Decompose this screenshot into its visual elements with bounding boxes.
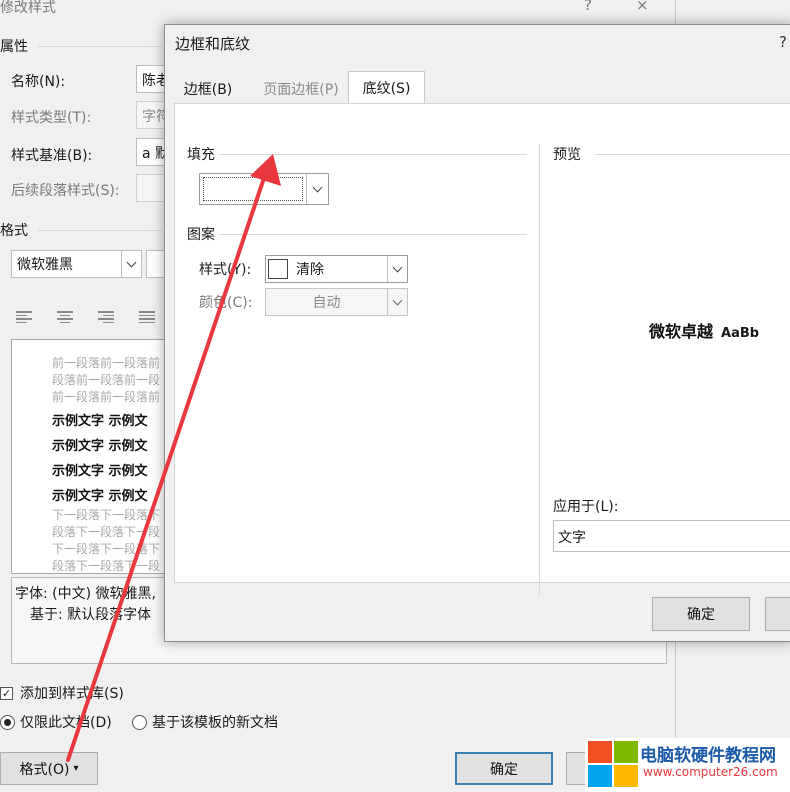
radio-selected-icon (0, 714, 15, 730)
based-on-label: 样式基准(B): (11, 148, 93, 164)
help-icon[interactable]: ? (584, 0, 592, 14)
pattern-style-label: 样式(Y): (199, 262, 252, 278)
tab-panel: 填充 图案 样式(Y): 清除 颜色(C): 自动 预览 微软卓越 AaBb 应 (174, 103, 790, 596)
preview-next-line: 段落下一段落下一段 (52, 525, 161, 539)
close-icon[interactable]: × (636, 0, 649, 14)
checkmark-icon: ✓ (0, 686, 13, 700)
apply-to-select[interactable]: 文字 (553, 520, 790, 552)
fill-color-select[interactable] (199, 173, 329, 205)
tab-page-border[interactable]: 页面边框(P) (251, 74, 351, 103)
alignment-toolbar (16, 311, 155, 323)
justify-icon[interactable] (139, 311, 155, 323)
windows-logo-icon (588, 741, 638, 788)
preview-header: 预览 (553, 147, 581, 163)
pattern-header: 图案 (187, 227, 215, 243)
watermark: 电脑软硬件教程网 www.computer26.com (585, 738, 790, 792)
preview-prev-line: 前一段落前一段落前 (52, 356, 161, 370)
preview-next-line: 段落下一段落下一段 (52, 559, 161, 573)
new-docs-template-radio[interactable]: 基于该模板的新文档 (132, 712, 278, 732)
pattern-color-value: 自动 (312, 295, 341, 311)
only-this-doc-label: 仅限此文档(D) (20, 715, 112, 731)
apply-to-label: 应用于(L): (553, 499, 619, 515)
dialog-title: 修改样式 (0, 0, 56, 16)
preview-sample: 示例文字 示例文 (52, 464, 148, 479)
radio-empty-icon (132, 714, 147, 730)
properties-header: 属性 (0, 39, 28, 55)
format-button-label: 格式(O) (19, 761, 70, 778)
dialog-title: 边框和底纹 (175, 35, 251, 53)
new-docs-template-label: 基于该模板的新文档 (152, 715, 278, 731)
help-icon[interactable]: ? (779, 33, 787, 51)
shading-preview: 微软卓越 AaBb (649, 318, 759, 342)
only-this-doc-radio[interactable]: 仅限此文档(D) (0, 712, 112, 732)
align-right-icon[interactable] (98, 311, 114, 323)
caret-down-icon: ▾ (73, 763, 79, 774)
vertical-divider (539, 144, 540, 596)
divider (595, 154, 790, 155)
align-left-icon[interactable] (16, 311, 32, 323)
chevron-down-icon (387, 256, 407, 282)
align-center-icon[interactable] (57, 311, 73, 323)
chevron-down-icon (121, 251, 141, 277)
chevron-down-icon (387, 289, 407, 315)
preview-next-line: 下一段落下一段落下 (52, 508, 161, 522)
format-header: 格式 (0, 223, 28, 239)
divider (219, 234, 527, 235)
font-select[interactable]: 微软雅黑 (11, 250, 142, 278)
divider (38, 46, 162, 47)
pattern-style-value: 清除 (296, 262, 324, 278)
preview-text-en: AaBb (721, 326, 760, 341)
preview-prev-line: 段落前一段落前一段 (52, 373, 161, 387)
fill-color-swatch (203, 177, 303, 201)
cancel-button[interactable] (765, 597, 790, 631)
tab-shading[interactable]: 底纹(S) (348, 71, 425, 104)
preview-text-cn: 微软卓越 (649, 322, 714, 341)
format-button[interactable]: 格式(O) ▾ (0, 752, 98, 785)
style-type-label: 样式类型(T): (11, 110, 92, 126)
preview-sample: 示例文字 示例文 (52, 414, 148, 429)
preview-sample: 示例文字 示例文 (52, 489, 148, 504)
divider (38, 230, 162, 231)
watermark-title: 电脑软硬件教程网 (640, 746, 776, 766)
next-style-label: 后续段落样式(S): (11, 183, 120, 199)
add-to-gallery-checkbox[interactable]: ✓ 添加到样式库(S) (0, 683, 124, 703)
add-to-gallery-label: 添加到样式库(S) (20, 686, 124, 702)
ok-button[interactable]: 确定 (652, 597, 750, 631)
fill-header: 填充 (187, 147, 215, 163)
pattern-style-select[interactable]: 清除 (265, 255, 408, 283)
name-label: 名称(N): (11, 74, 66, 90)
pattern-color-label: 颜色(C): (199, 295, 253, 311)
pattern-swatch (268, 259, 288, 279)
preview-sample: 示例文字 示例文 (52, 439, 148, 454)
preview-next-line: 下一段落下一段落下 (52, 542, 161, 556)
preview-prev-line: 前一段落前一段落前 (52, 390, 161, 404)
font-value: 微软雅黑 (17, 257, 73, 273)
tab-borders[interactable]: 边框(B) (177, 74, 239, 103)
divider (219, 154, 527, 155)
watermark-url: www.computer26.com (643, 765, 778, 779)
borders-shading-dialog: 边框和底纹 ? 边框(B) 页面边框(P) 底纹(S) 填充 图案 样式(Y):… (164, 24, 790, 642)
pattern-color-select: 自动 (265, 288, 408, 316)
ok-button[interactable]: 确定 (455, 752, 553, 785)
chevron-down-icon (306, 174, 328, 204)
